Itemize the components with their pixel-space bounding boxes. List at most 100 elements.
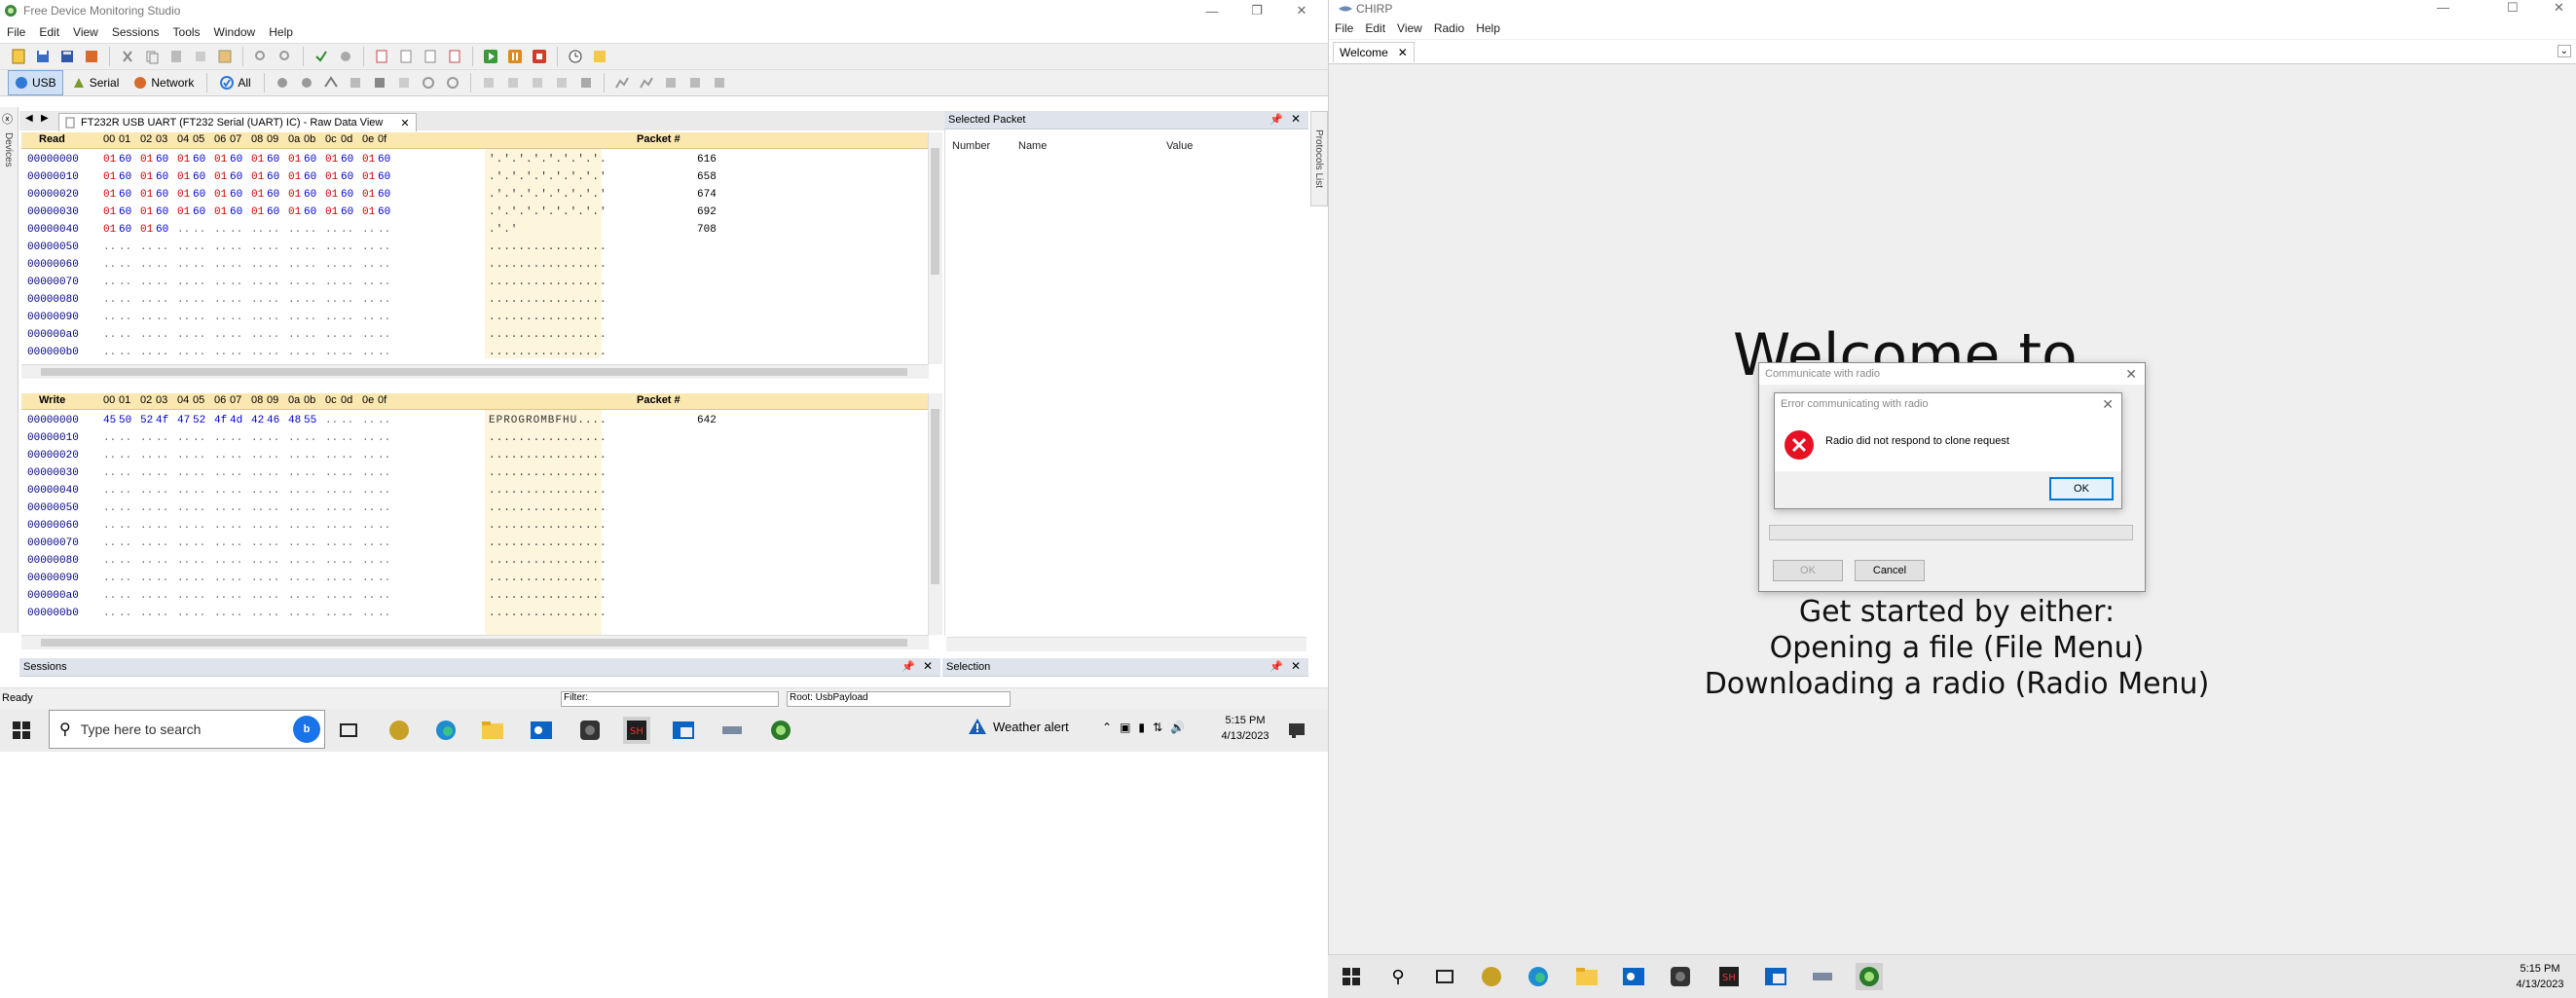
hex-byte[interactable]: .. xyxy=(251,555,264,567)
hex-byte[interactable]: .. xyxy=(140,241,153,253)
hex-byte[interactable]: 60 xyxy=(193,189,205,201)
hex-byte[interactable]: .. xyxy=(378,224,390,236)
hex-byte[interactable]: .. xyxy=(362,573,375,584)
hex-byte[interactable]: .. xyxy=(119,277,131,288)
hex-byte[interactable]: .. xyxy=(304,259,316,271)
hex-byte[interactable]: .. xyxy=(267,485,279,497)
tool-a-icon[interactable] xyxy=(272,72,293,93)
hex-byte[interactable]: 60 xyxy=(156,206,168,218)
bing-icon[interactable]: b xyxy=(293,716,320,743)
hex-byte[interactable]: .. xyxy=(378,294,390,306)
hex-byte[interactable]: 01 xyxy=(214,189,227,201)
hex-byte[interactable]: .. xyxy=(214,502,227,514)
hex-byte[interactable]: .. xyxy=(119,573,131,584)
hex-byte[interactable]: .. xyxy=(362,241,375,253)
write-row[interactable]: 000000a0................................… xyxy=(21,590,927,608)
hex-byte[interactable]: .. xyxy=(177,432,190,444)
hex-byte[interactable]: .. xyxy=(140,502,153,514)
hex-byte[interactable]: .. xyxy=(362,224,375,236)
stop-icon[interactable] xyxy=(529,46,550,67)
hex-byte[interactable]: 60 xyxy=(230,154,242,166)
hex-byte[interactable]: 01 xyxy=(251,206,264,218)
hex-byte[interactable]: .. xyxy=(193,224,205,236)
hex-byte[interactable]: .. xyxy=(119,432,131,444)
hex-byte[interactable]: .. xyxy=(267,520,279,532)
hex-byte[interactable]: .. xyxy=(119,347,131,358)
hex-byte[interactable]: .. xyxy=(341,329,353,341)
hex-byte[interactable]: .. xyxy=(304,608,316,619)
hex-byte[interactable]: .. xyxy=(119,467,131,479)
hex-byte[interactable]: .. xyxy=(156,537,168,549)
hex-byte[interactable]: 01 xyxy=(214,206,227,218)
hex-byte[interactable]: .. xyxy=(341,294,353,306)
hex-byte[interactable]: .. xyxy=(378,573,390,584)
hex-byte[interactable]: .. xyxy=(177,537,190,549)
hex-byte[interactable]: .. xyxy=(230,608,242,619)
hex-byte[interactable]: .. xyxy=(230,224,242,236)
hex-byte[interactable]: 01 xyxy=(251,154,264,166)
hex-byte[interactable]: 60 xyxy=(378,206,390,218)
read-row[interactable]: 00000070................................… xyxy=(21,277,927,294)
hex-byte[interactable]: .. xyxy=(214,450,227,462)
hex-byte[interactable]: .. xyxy=(230,573,242,584)
chirp-maximize-button[interactable]: ☐ xyxy=(2507,0,2519,16)
hex-byte[interactable]: .. xyxy=(177,450,190,462)
error-ok-button[interactable]: OK xyxy=(2049,477,2114,500)
paste-icon[interactable] xyxy=(166,46,187,67)
hex-byte[interactable]: .. xyxy=(341,224,353,236)
hex-byte[interactable]: .. xyxy=(304,312,316,323)
read-row[interactable]: 00000080................................… xyxy=(21,294,927,312)
hex-byte[interactable]: 4f xyxy=(214,415,227,426)
hex-byte[interactable]: .. xyxy=(288,450,301,462)
filter-network[interactable]: Network xyxy=(128,71,200,94)
export-icon[interactable] xyxy=(81,46,102,67)
hex-byte[interactable]: 01 xyxy=(251,171,264,183)
hex-byte[interactable]: .. xyxy=(325,608,338,619)
hex-byte[interactable]: .. xyxy=(230,590,242,602)
hex-byte[interactable]: .. xyxy=(119,520,131,532)
pin-icon[interactable]: 📌 xyxy=(1270,113,1283,126)
hex-byte[interactable]: .. xyxy=(230,294,242,306)
hex-byte[interactable]: .. xyxy=(230,450,242,462)
hex-byte[interactable]: .. xyxy=(288,555,301,567)
hex-byte[interactable]: .. xyxy=(341,467,353,479)
hex-byte[interactable]: 01 xyxy=(214,154,227,166)
edge-icon[interactable] xyxy=(432,717,460,744)
hex-byte[interactable]: 4d xyxy=(230,415,242,426)
hex-byte[interactable]: .. xyxy=(177,467,190,479)
hex-byte[interactable]: 55 xyxy=(304,415,316,426)
hex-byte[interactable]: .. xyxy=(378,241,390,253)
hex-byte[interactable]: .. xyxy=(103,312,116,323)
write-row[interactable]: 00000010................................… xyxy=(21,432,927,450)
hex-byte[interactable]: .. xyxy=(193,259,205,271)
write-row[interactable]: 00000090................................… xyxy=(21,573,927,590)
hex-byte[interactable]: .. xyxy=(341,502,353,514)
hex-byte[interactable]: .. xyxy=(251,329,264,341)
task-view-icon[interactable] xyxy=(335,717,362,744)
hex-byte[interactable]: .. xyxy=(304,294,316,306)
settings-icon[interactable] xyxy=(589,46,610,67)
hex-byte[interactable]: .. xyxy=(288,432,301,444)
filter-usb[interactable]: USB xyxy=(8,70,63,95)
grid-icon[interactable] xyxy=(214,46,236,67)
tool-h-icon[interactable] xyxy=(442,72,463,93)
hex-byte[interactable]: .. xyxy=(230,329,242,341)
hex-byte[interactable]: .. xyxy=(378,555,390,567)
notifications-icon[interactable] xyxy=(1283,717,1310,744)
hex-byte[interactable]: .. xyxy=(193,520,205,532)
chirp-close-button[interactable]: ✕ xyxy=(2554,0,2564,16)
hex-byte[interactable]: .. xyxy=(230,485,242,497)
hex-byte[interactable]: .. xyxy=(214,573,227,584)
write-row[interactable]: 000000b0................................… xyxy=(21,608,927,625)
hex-byte[interactable]: .. xyxy=(230,467,242,479)
hex-byte[interactable]: .. xyxy=(288,329,301,341)
hex-byte[interactable]: .. xyxy=(177,241,190,253)
hex-byte[interactable]: .. xyxy=(214,241,227,253)
write-hscroll[interactable] xyxy=(21,635,929,649)
hex-byte[interactable]: .. xyxy=(103,294,116,306)
hex-byte[interactable]: 60 xyxy=(304,171,316,183)
hex-byte[interactable]: .. xyxy=(325,312,338,323)
hex-byte[interactable]: .. xyxy=(140,259,153,271)
hex-byte[interactable]: 01 xyxy=(103,171,116,183)
hex-byte[interactable]: .. xyxy=(119,294,131,306)
